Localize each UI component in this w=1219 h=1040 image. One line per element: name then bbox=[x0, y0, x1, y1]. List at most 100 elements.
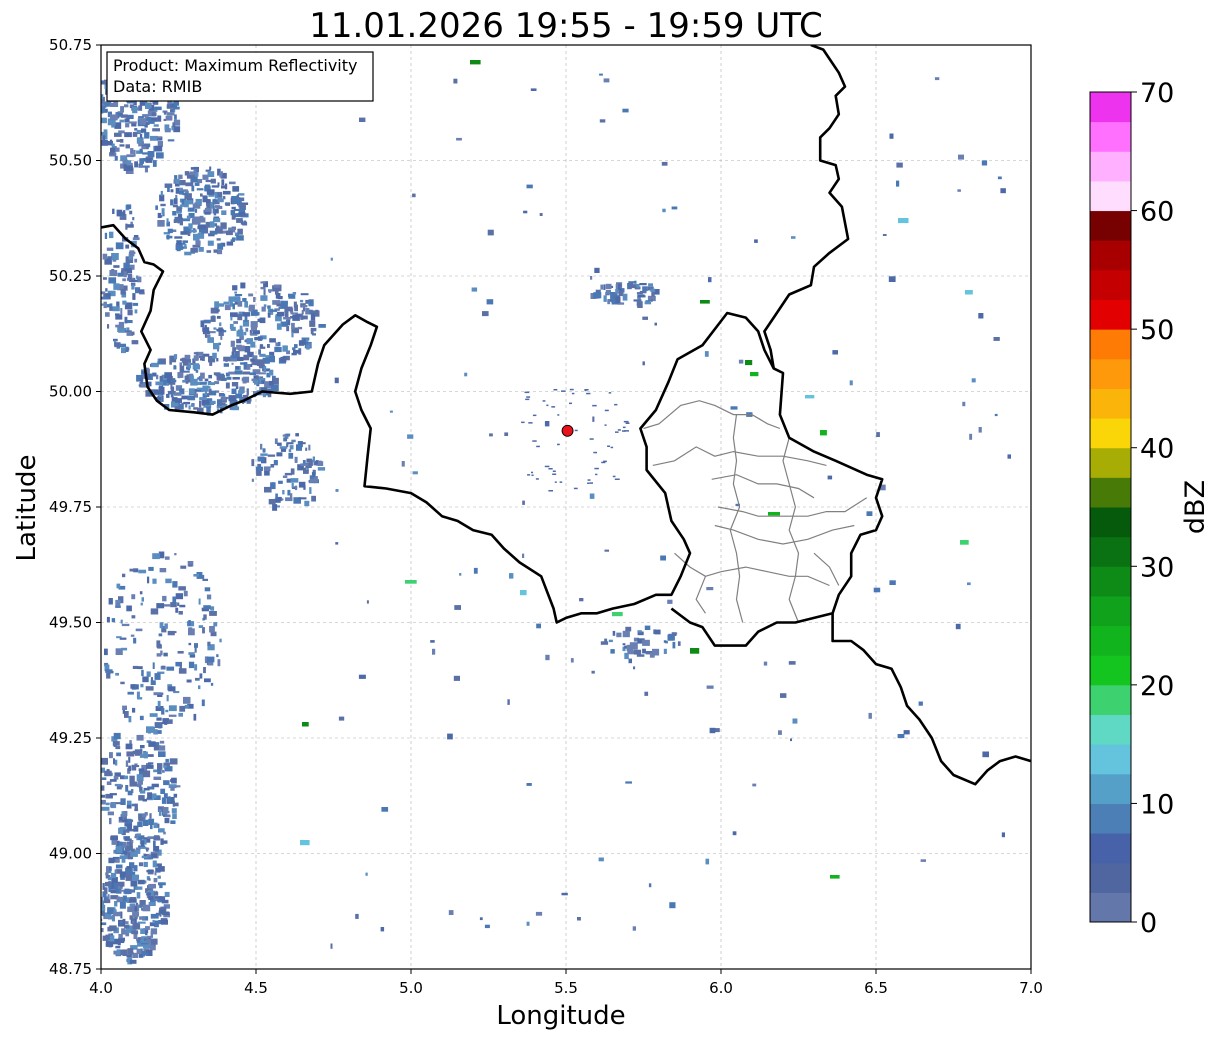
echo-cell bbox=[714, 728, 720, 733]
echo-cell bbox=[153, 389, 162, 395]
echo-cell bbox=[216, 328, 224, 332]
echo-cell bbox=[170, 109, 174, 113]
echo-cell bbox=[251, 378, 257, 382]
echo-cell bbox=[401, 461, 405, 467]
echo-cell bbox=[261, 306, 266, 312]
echo-cell bbox=[202, 355, 205, 361]
echo-cell bbox=[269, 369, 274, 376]
echo-cell bbox=[290, 478, 299, 483]
echo-cell bbox=[207, 240, 214, 246]
echo-cell bbox=[147, 836, 155, 839]
echo-cell bbox=[187, 395, 196, 401]
echo-cell bbox=[173, 365, 176, 370]
echo-cell bbox=[188, 362, 192, 369]
echo-cell bbox=[276, 452, 283, 457]
echo-cell bbox=[217, 192, 223, 197]
echo-cell bbox=[149, 813, 152, 819]
echo-cell bbox=[154, 920, 159, 928]
echo-cell bbox=[849, 380, 853, 386]
echo-cell bbox=[143, 751, 148, 759]
echo-cell bbox=[101, 777, 107, 780]
echo-cell bbox=[971, 378, 976, 383]
echo-cell bbox=[192, 216, 201, 220]
echo-cell bbox=[282, 345, 288, 352]
echo-cell bbox=[616, 632, 622, 638]
echo-cell bbox=[191, 218, 200, 225]
echo-cell bbox=[301, 305, 308, 308]
echo-cell bbox=[454, 605, 461, 610]
colorbar: 0 10 20 30 40 50 60 70 bbox=[1089, 78, 1174, 939]
echo-cell bbox=[138, 862, 144, 867]
echo-cell bbox=[111, 877, 117, 883]
echo-cell bbox=[198, 224, 206, 230]
echo-cell bbox=[622, 643, 626, 646]
echo-cell bbox=[115, 759, 118, 766]
echo-cell bbox=[148, 883, 156, 889]
echo-cell bbox=[163, 765, 167, 768]
echo-cell bbox=[116, 752, 121, 757]
echo-cell bbox=[330, 943, 333, 949]
echo-cell bbox=[132, 237, 140, 241]
echo-cell bbox=[126, 165, 133, 171]
echo-cell bbox=[128, 948, 134, 955]
echo-cell bbox=[148, 566, 154, 571]
echo-cell bbox=[269, 355, 275, 363]
echo-cell bbox=[260, 443, 263, 450]
echo-cell bbox=[526, 184, 533, 189]
echo-cell bbox=[303, 485, 306, 490]
echo-cell bbox=[456, 137, 462, 141]
echo-cell bbox=[292, 347, 296, 351]
y-tick-label: 49.25 bbox=[49, 729, 92, 747]
echo-cell bbox=[300, 840, 310, 846]
echo-cell bbox=[448, 910, 454, 915]
echo-cell bbox=[106, 616, 110, 623]
echo-cell bbox=[131, 615, 136, 619]
echo-cell bbox=[244, 346, 251, 353]
echo-cell bbox=[112, 741, 120, 746]
echo-cell bbox=[706, 685, 714, 689]
echo-cell bbox=[175, 398, 182, 403]
echo-cell bbox=[192, 364, 200, 370]
echo-cell bbox=[129, 121, 137, 124]
echo-cell bbox=[188, 405, 191, 410]
echo-cell bbox=[544, 465, 550, 468]
echo-cell bbox=[173, 198, 178, 205]
echo-cell bbox=[142, 676, 149, 683]
echo-cell bbox=[190, 247, 198, 253]
echo-cell bbox=[162, 665, 165, 669]
echo-cell bbox=[166, 112, 175, 116]
echo-cell bbox=[334, 377, 339, 384]
echo-cell bbox=[866, 511, 873, 516]
echo-cell bbox=[231, 237, 236, 241]
y-tick-label: 50.50 bbox=[49, 152, 92, 170]
echo-cell bbox=[317, 467, 326, 471]
echo-cell bbox=[136, 749, 139, 752]
echo-cell bbox=[133, 149, 136, 157]
echo-cell bbox=[125, 123, 130, 128]
echo-cell bbox=[118, 827, 124, 834]
echo-cell bbox=[124, 132, 132, 138]
echo-cell bbox=[200, 382, 207, 385]
echo-cell bbox=[210, 682, 214, 686]
echo-cell bbox=[535, 911, 543, 916]
echo-cell bbox=[920, 859, 926, 862]
echo-cell bbox=[101, 911, 105, 916]
echo-cell bbox=[119, 901, 126, 909]
echo-cell bbox=[207, 382, 215, 386]
echo-cell bbox=[193, 233, 200, 241]
echo-cell bbox=[957, 189, 961, 192]
echo-cell bbox=[184, 200, 193, 205]
echo-cell bbox=[335, 489, 339, 492]
echo-cell bbox=[219, 322, 222, 327]
echo-cell bbox=[667, 599, 673, 604]
echo-cell bbox=[131, 594, 136, 600]
echo-cell bbox=[126, 347, 130, 351]
echo-cell bbox=[120, 920, 123, 925]
echo-cell bbox=[148, 878, 151, 881]
echo-cell bbox=[226, 230, 233, 236]
echo-cell bbox=[623, 420, 629, 423]
echo-cell bbox=[231, 382, 239, 387]
echo-cell bbox=[129, 781, 138, 787]
echo-cell bbox=[163, 780, 170, 786]
echo-cell bbox=[102, 935, 109, 941]
